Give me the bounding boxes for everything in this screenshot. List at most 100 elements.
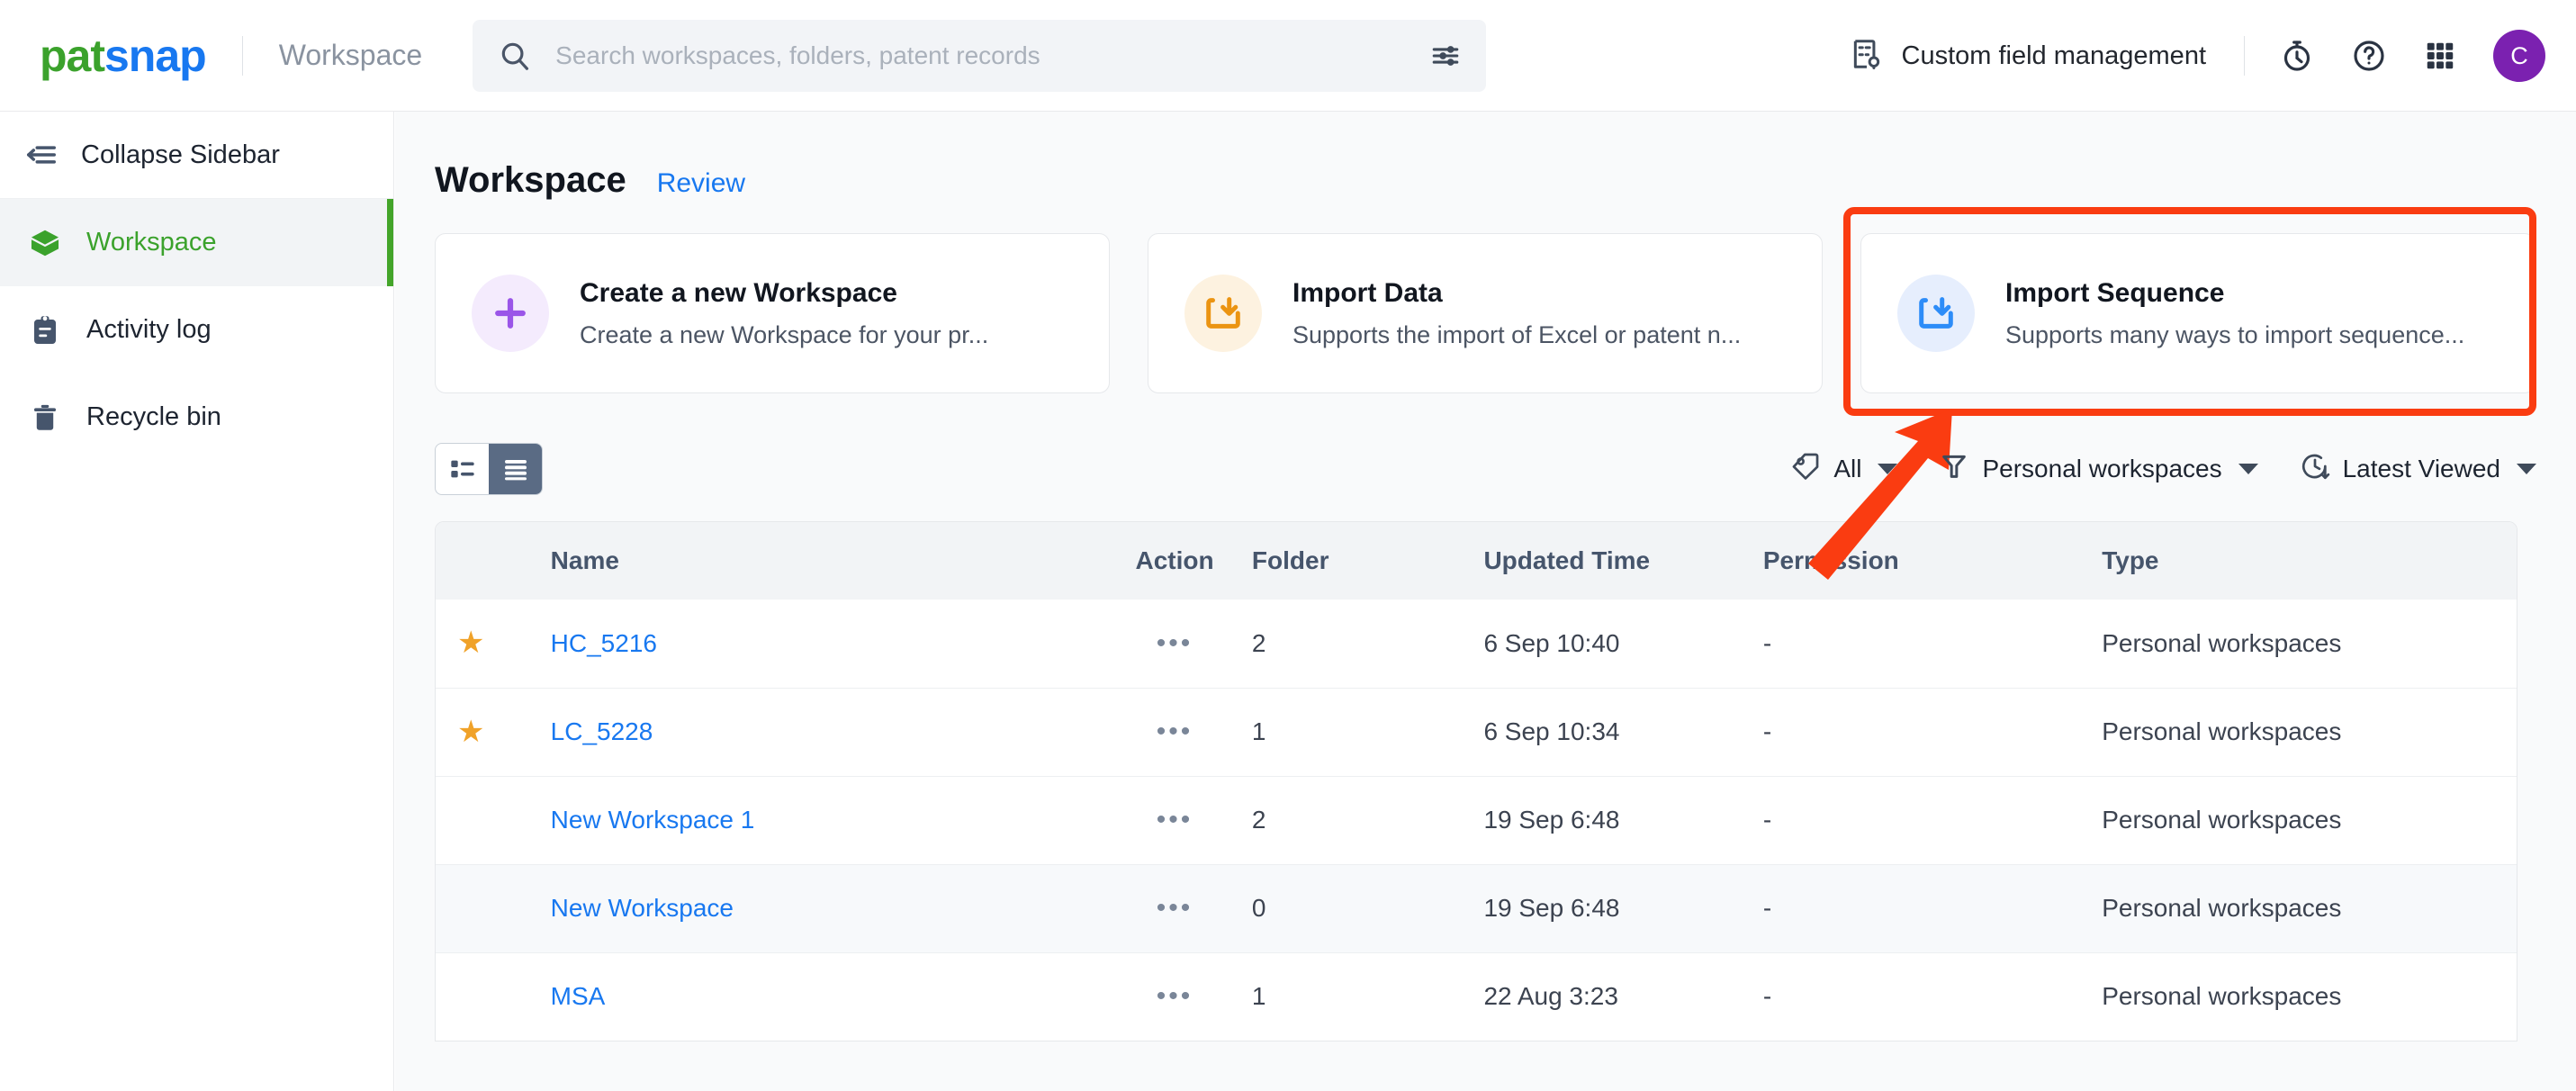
table-header-row: Name Action Folder Updated Time Permissi… [436,522,2517,600]
row-actions-menu[interactable]: ••• [1157,981,1193,1011]
star-icon[interactable]: ★ [457,626,484,660]
cell-type: Personal workspaces [2102,628,2342,657]
review-link[interactable]: Review [657,168,745,199]
action-cards: Create a new Workspace Create a new Work… [395,201,2576,393]
import-sequence-card[interactable]: Import Sequence Supports many ways to im… [1860,233,2535,393]
table-body: ★ HC_5216 ••• 2 6 Sep 10:40 - Personal w… [436,600,2517,1041]
custom-field-icon [1850,37,1884,76]
create-workspace-card-subtitle: Create a new Workspace for your pr... [580,320,989,348]
col-folder[interactable]: Folder [1251,522,1484,600]
filter-latest-viewed-label: Latest Viewed [2342,455,2500,482]
import-data-card[interactable]: Import Data Supports the import of Excel… [1148,233,1823,393]
cell-updated-time: 22 Aug 3:23 [1483,951,1763,1041]
create-workspace-card-title: Create a new Workspace [580,277,897,308]
table-row[interactable]: MSA ••• 1 22 Aug 3:23 - Personal workspa… [436,951,2517,1041]
row-actions-menu[interactable]: ••• [1157,717,1193,746]
workspace-table: Name Action Folder Updated Time Permissi… [435,521,2517,1041]
list-view-icon[interactable] [489,444,542,494]
cube-icon [27,226,63,260]
tag-icon [1790,451,1821,488]
header-divider [241,35,243,76]
search-input[interactable] [555,41,1431,70]
filter-all[interactable]: All [1790,451,1898,488]
workspace-name-link[interactable]: New Workspace 1 [551,806,755,834]
global-search[interactable] [473,19,1487,92]
cell-type: Personal workspaces [2102,687,2517,776]
cell-permission: - [1762,951,2103,1041]
create-workspace-card[interactable]: Create a new Workspace Create a new Work… [435,233,1110,393]
custom-field-management-button[interactable]: Custom field management [1850,37,2207,76]
cell-permission: - [1762,687,2103,776]
sidebar-item-workspace-label: Workspace [86,228,217,257]
collapse-sidebar-button[interactable]: Collapse Sidebar [0,112,393,199]
filter-group: All Personal workspaces Latest Viewed [1790,451,2536,488]
cell-folder: 0 [1251,863,1484,952]
col-star [436,522,551,600]
workspace-name-link[interactable]: New Workspace [551,894,734,922]
filter-personal-workspaces-label: Personal workspaces [1982,455,2222,482]
col-type: Type [2102,522,2517,600]
timer-icon[interactable] [2279,38,2315,74]
page-header: Workspace Review [395,112,2576,201]
col-updated-time[interactable]: Updated Time [1483,522,1763,600]
clipboard-icon [27,314,63,347]
filter-all-label: All [1833,455,1862,482]
create-workspace-card-text: Create a new Workspace Create a new Work… [580,278,988,349]
table-row[interactable]: ★ LC_5228 ••• 1 6 Sep 10:34 - Personal w… [436,687,2517,776]
row-actions-menu[interactable]: ••• [1157,893,1193,923]
collapse-sidebar-label: Collapse Sidebar [81,140,280,169]
cell-folder: 2 [1251,775,1484,864]
workspace-name-link[interactable]: MSA [551,982,606,1010]
view-toggle[interactable] [435,443,543,495]
cell-folder: 1 [1251,951,1484,1041]
search-filter-icon[interactable] [1430,41,1461,71]
grid-view-icon[interactable] [436,444,489,494]
cell-updated-time: 6 Sep 10:34 [1483,687,1763,776]
apps-grid-icon[interactable] [2423,39,2457,73]
top-bar-right: Custom field management C [1850,0,2545,112]
header-divider-2 [2244,36,2245,76]
col-action: Action [1097,522,1252,600]
sidebar-item-recycle-bin-label: Recycle bin [86,402,221,431]
row-actions-menu[interactable]: ••• [1157,628,1193,658]
sidebar-item-workspace[interactable]: Workspace [0,199,393,286]
import-data-icon [1184,275,1262,352]
star-icon[interactable]: ★ [457,715,484,749]
main-content: Workspace Review Create a new Workspace … [395,112,2576,1091]
logo-text-snap: snap [104,30,207,81]
custom-field-management-label: Custom field management [1901,41,2207,70]
sidebar-item-activity-log[interactable]: Activity log [0,286,393,374]
top-bar: patsnap Workspace Search workspaces, fol… [0,0,2576,112]
col-name[interactable]: Name [550,522,1098,600]
import-data-card-subtitle: Supports the import of Excel or patent n… [1293,320,1742,348]
sidebar-item-recycle-bin[interactable]: Recycle bin [0,374,393,461]
cell-permission: - [1762,775,2103,864]
help-circle-icon[interactable] [2351,38,2387,74]
import-sequence-card-text: Import Sequence Supports many ways to im… [2005,278,2464,349]
table-row[interactable]: New Workspace 1 ••• 2 19 Sep 6:48 - Pers… [436,775,2517,864]
app-name: Workspace [278,39,423,71]
import-data-card-text: Import Data Supports the import of Excel… [1293,278,1741,349]
cell-type: Personal workspaces [2102,863,2517,952]
avatar[interactable]: C [2493,30,2545,82]
list-toolbar: All Personal workspaces Latest Viewed [395,440,2576,498]
chevron-down-icon-3 [2517,464,2536,474]
plus-icon [472,275,549,352]
sidebar: Collapse Sidebar Workspace Activity log [0,112,394,1091]
table-row[interactable]: ★ HC_5216 ••• 2 6 Sep 10:40 - Personal w… [436,600,2517,688]
table-row[interactable]: New Workspace ••• 0 19 Sep 6:48 - Person… [436,863,2517,952]
import-data-card-title: Import Data [1293,277,1443,308]
patsnap-logo[interactable]: patsnap [40,30,207,81]
funnel-icon [1939,451,1969,488]
clock-sort-icon [2300,451,2330,488]
chevron-down-icon-2 [2238,464,2258,474]
sidebar-item-activity-log-label: Activity log [86,315,212,344]
chevron-down-icon [1878,464,1898,474]
workspace-name-link[interactable]: HC_5216 [551,629,657,657]
filter-personal-workspaces[interactable]: Personal workspaces [1939,451,2258,488]
import-sequence-icon [1897,275,1975,352]
logo-text-pat: pat [40,30,105,81]
filter-latest-viewed[interactable]: Latest Viewed [2300,451,2536,488]
row-actions-menu[interactable]: ••• [1157,805,1193,834]
workspace-name-link[interactable]: LC_5228 [551,717,653,745]
